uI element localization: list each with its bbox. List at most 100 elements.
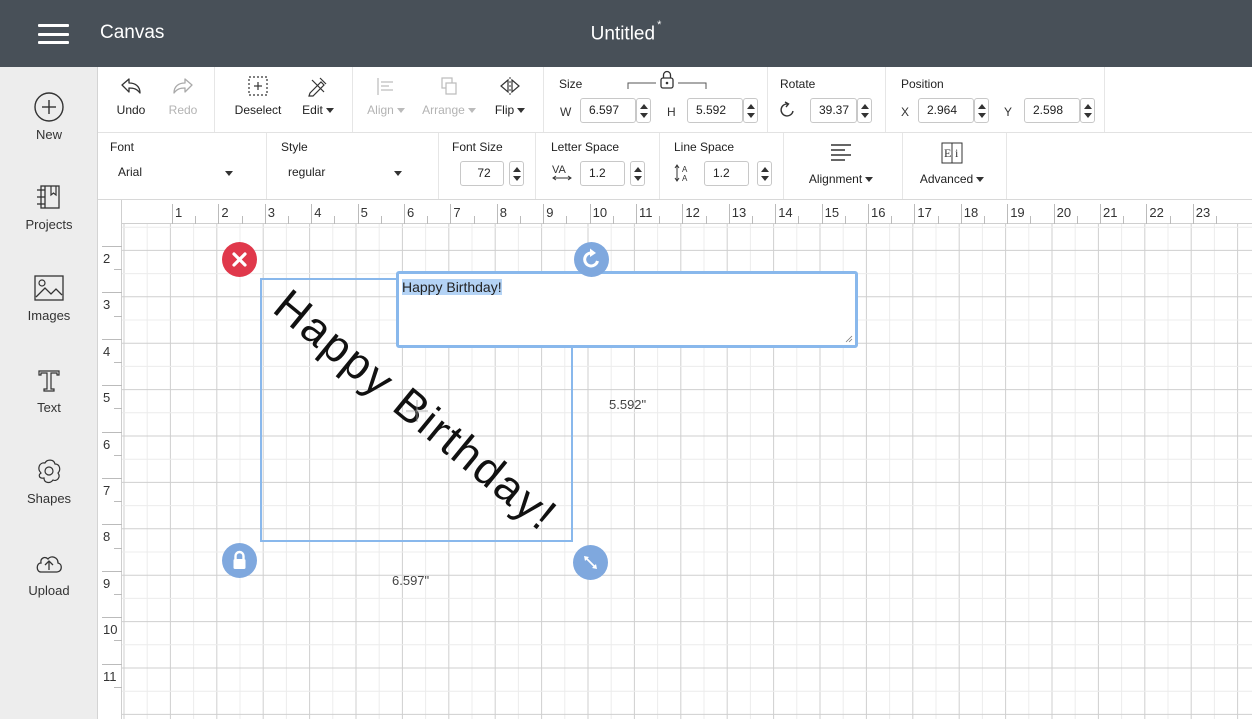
font-size-input[interactable]: 72 [460, 161, 504, 186]
ruler-minor-tick [612, 216, 614, 224]
ruler-tick [543, 204, 545, 224]
arrange-dropdown-button[interactable]: Arrange [418, 75, 480, 117]
advanced-text-icon: Ei [941, 142, 963, 164]
text-icon [38, 370, 60, 392]
svg-text:A: A [682, 174, 688, 183]
ruler-tick [102, 478, 122, 479]
x-label: X [901, 105, 910, 119]
ruler-tick-label: 8 [103, 529, 111, 545]
rotate-input[interactable]: 39.37 [810, 98, 857, 123]
advanced-dropdown-button[interactable]: Ei Advanced [912, 140, 992, 186]
flip-dropdown-button[interactable]: Flip [488, 75, 532, 117]
ruler-minor-tick [798, 216, 800, 224]
height-input[interactable]: 5.592 [687, 98, 743, 123]
document-title[interactable]: Untitled * [0, 19, 1252, 45]
rotate-label: Rotate [780, 77, 816, 91]
redo-button[interactable]: Redo [164, 75, 202, 117]
style-label: Style [281, 140, 308, 154]
ruler-tick [102, 431, 122, 433]
ruler-minor-tick [1123, 216, 1125, 224]
ruler-tick [728, 204, 730, 224]
arrange-icon [441, 77, 457, 95]
ruler-tick [102, 617, 122, 619]
ruler-tick-label: 13 [731, 205, 747, 220]
toolbar-divider [543, 67, 544, 132]
align-left-icon [831, 144, 851, 161]
style-select[interactable]: regular [280, 161, 412, 186]
ruler-minor-tick [114, 362, 122, 363]
delete-handle[interactable] [222, 242, 257, 277]
lock-icon [233, 550, 246, 569]
ruler-tick-label: 23 [1195, 205, 1211, 220]
toolbar-divider [659, 133, 660, 199]
height-dimension-label: 5.592" [609, 397, 647, 412]
ruler-tick-label: 7 [453, 205, 461, 220]
width-stepper[interactable] [636, 98, 651, 123]
ruler-minor-tick [114, 408, 122, 410]
y-position-stepper[interactable] [1080, 98, 1095, 123]
resize-grip-icon[interactable] [845, 335, 853, 343]
sidebar-item-new[interactable]: New [0, 91, 98, 142]
line-space-input[interactable]: 1.2 [704, 161, 749, 186]
x-position-stepper[interactable] [974, 98, 989, 123]
toolbar-divider [885, 67, 886, 132]
lock-proportions-icon[interactable] [626, 69, 708, 91]
toolbar-divider [783, 133, 784, 199]
ruler-tick-label: 20 [1056, 205, 1072, 220]
sidebar-item-projects[interactable]: Projects [0, 181, 98, 232]
ruler-tick-label: 8 [499, 205, 508, 220]
ruler-minor-tick [114, 547, 122, 549]
edit-dropdown-button[interactable]: Edit [296, 75, 340, 117]
ruler-tick-label: 4 [314, 205, 322, 220]
resize-handle[interactable] [573, 545, 608, 580]
ruler-tick [1053, 204, 1055, 224]
chevron-down-icon [467, 108, 476, 114]
lock-handle[interactable] [222, 543, 257, 578]
text-edit-box[interactable]: Happy Birthday! [396, 271, 858, 348]
resize-arrows-icon [584, 556, 597, 569]
rotate-stepper[interactable] [857, 98, 872, 123]
ruler-tick-label: 9 [103, 575, 111, 591]
top-header: Canvas Untitled * [0, 0, 1252, 67]
ruler-minor-tick [241, 216, 243, 224]
ruler-tick [102, 663, 122, 665]
sidebar-item-shapes[interactable]: Shapes [0, 455, 98, 506]
ruler-minor-tick [984, 216, 985, 224]
ruler-minor-tick [114, 315, 122, 317]
width-input[interactable]: 6.597 [580, 98, 636, 123]
width-label: W [560, 105, 572, 119]
letter-space-input[interactable]: 1.2 [580, 161, 625, 186]
svg-text:VA: VA [552, 164, 567, 176]
shapes-icon [38, 459, 61, 484]
line-space-stepper[interactable] [757, 161, 772, 186]
ruler-tick [357, 204, 359, 224]
sidebar-item-text[interactable]: Text [0, 364, 98, 415]
ruler-tick [914, 204, 916, 224]
alignment-dropdown-button[interactable]: Alignment [798, 140, 884, 186]
y-label: Y [1004, 105, 1013, 119]
ruler-minor-tick [705, 216, 707, 224]
y-position-input[interactable]: 2.598 [1024, 98, 1080, 123]
letter-spacing-icon: VA [552, 164, 572, 181]
font-select[interactable]: Arial [110, 161, 243, 186]
letter-space-stepper[interactable] [630, 161, 645, 186]
unsaved-marker: * [657, 19, 662, 31]
x-position-input[interactable]: 2.964 [918, 98, 974, 123]
ruler-tick [102, 524, 122, 526]
ruler-tick-label: 11 [103, 668, 117, 684]
chevron-down-icon [225, 171, 233, 176]
align-dropdown-button[interactable]: Align [362, 75, 410, 117]
undo-button[interactable]: Undo [112, 75, 150, 117]
deselect-button[interactable]: Deselect [230, 75, 286, 117]
font-size-stepper[interactable] [509, 161, 524, 186]
text-toolbar: Font Arial Style regular Font Size 72 Le… [98, 133, 1252, 200]
projects-icon [37, 185, 60, 209]
rotate-handle[interactable] [574, 242, 609, 277]
ruler-tick [102, 338, 122, 340]
height-stepper[interactable] [743, 98, 758, 123]
ruler-tick-label: 16 [871, 205, 886, 220]
letter-space-label: Letter Space [551, 140, 620, 154]
sidebar-item-upload[interactable]: Upload [0, 547, 98, 598]
ruler-minor-tick [1169, 216, 1171, 224]
sidebar-item-images[interactable]: Images [0, 272, 98, 323]
